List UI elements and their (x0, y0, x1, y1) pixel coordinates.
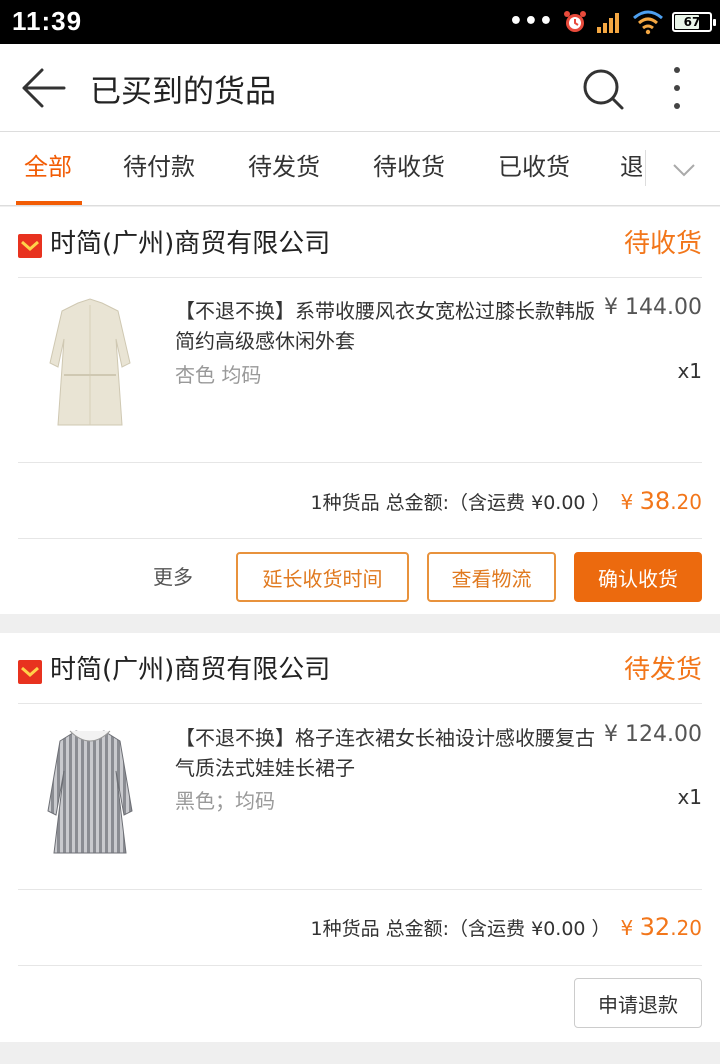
order-status: 待收货 (623, 229, 702, 259)
extend-receipt-button[interactable]: 延长收货时间 (236, 552, 409, 602)
app-header: 已买到的货品 (0, 44, 720, 132)
product-title[interactable]: 【不退不换】系带收腰风衣女宽松过膝长款韩版简约高级感休闲外套 (175, 296, 607, 356)
order-total: ¥ 32.20 (621, 913, 702, 941)
product-spec: 杏色 均码 (175, 363, 262, 387)
store-name: 时简(广州)商贸有限公司 (50, 655, 331, 685)
battery-level: 67 (683, 15, 701, 29)
chevron-down-icon (673, 164, 695, 177)
request-refund-button[interactable]: 申请退款 (574, 978, 702, 1028)
signal-icon (597, 13, 619, 33)
order-card: 时简(广州)商贸有限公司 待收货 【不退不换】系带收腰风衣女宽松过膝长款韩版简约… (0, 207, 720, 614)
product-price: ¥ 144.00 (604, 295, 702, 320)
store-name: 时简(广州)商贸有限公司 (50, 229, 331, 259)
total-integer: 38 (639, 487, 671, 515)
back-arrow-icon (22, 68, 66, 108)
more-menu-button[interactable] (662, 64, 692, 112)
product-title[interactable]: 【不退不换】格子连衣裙女长袖设计感收腰复古气质法式娃娃长裙子 (175, 723, 607, 783)
more-vertical-icon (674, 67, 680, 109)
divider (18, 703, 702, 704)
total-currency: ¥ (620, 916, 640, 940)
wifi-icon (633, 10, 663, 35)
store-row[interactable]: 时简(广州)商贸有限公司 待收货 (0, 207, 720, 279)
battery-icon: 67 (672, 12, 716, 32)
order-summary: 1种货品 总金额:（含运费 ¥0.00 ） ¥ 38.20 (311, 487, 702, 515)
store-icon (18, 660, 42, 684)
product-price: ¥ 124.00 (604, 722, 702, 747)
total-integer: 32 (639, 913, 671, 941)
search-icon (583, 69, 624, 110)
total-decimal: .20 (670, 490, 702, 514)
divider (18, 965, 702, 966)
summary-text: 1种货品 总金额:（含运费 ¥0.00 ） (310, 492, 611, 514)
tab-pending-receipt[interactable]: 待收货 (373, 132, 445, 206)
view-logistics-button[interactable]: 查看物流 (427, 552, 556, 602)
active-tab-indicator (16, 201, 82, 205)
tab-pending-payment[interactable]: 待付款 (123, 132, 195, 206)
tab-pending-shipment[interactable]: 待发货 (248, 132, 320, 206)
divider (18, 462, 702, 463)
more-actions-link[interactable]: 更多 (153, 561, 193, 590)
search-button[interactable] (580, 66, 626, 112)
product-image[interactable] (30, 721, 150, 861)
notification-dots-icon: ••• (508, 9, 554, 34)
tab-refund[interactable]: 退 (620, 132, 642, 206)
status-bar: 11:39 ••• 67 (0, 0, 720, 44)
order-tabs: 全部 待付款 待发货 待收货 已收货 退 (0, 132, 720, 206)
total-currency: ¥ (620, 490, 640, 514)
product-quantity: x1 (677, 359, 702, 383)
tab-received[interactable]: 已收货 (498, 132, 570, 206)
tabs-expand-button[interactable] (668, 154, 700, 186)
store-row[interactable]: 时简(广州)商贸有限公司 待发货 (0, 633, 720, 705)
summary-text: 1种货品 总金额:（含运费 ¥0.00 ） (310, 918, 611, 940)
divider (18, 277, 702, 278)
order-total: ¥ 38.20 (621, 487, 702, 515)
product-image[interactable] (30, 293, 150, 433)
status-icons: ••• 67 (508, 8, 716, 36)
back-button[interactable] (18, 66, 68, 110)
alarm-icon (564, 11, 586, 32)
tab-separator (645, 150, 646, 186)
tab-refund-clip: 退 (620, 132, 642, 206)
order-summary: 1种货品 总金额:（含运费 ¥0.00 ） ¥ 32.20 (311, 913, 702, 941)
divider (18, 889, 702, 890)
product-quantity: x1 (677, 785, 702, 809)
status-time: 11:39 (12, 6, 83, 36)
store-icon (18, 234, 42, 258)
product-spec: 黑色；均码 (175, 789, 275, 813)
order-status: 待发货 (623, 655, 702, 685)
confirm-receipt-button[interactable]: 确认收货 (574, 552, 702, 602)
order-card: 时简(广州)商贸有限公司 待发货 【不退不换】格子连衣裙女长袖设计感收腰复古气质… (0, 633, 720, 1042)
divider (18, 538, 702, 539)
total-decimal: .20 (670, 916, 702, 940)
page-title: 已买到的货品 (90, 74, 276, 110)
tab-all[interactable]: 全部 (24, 132, 72, 206)
